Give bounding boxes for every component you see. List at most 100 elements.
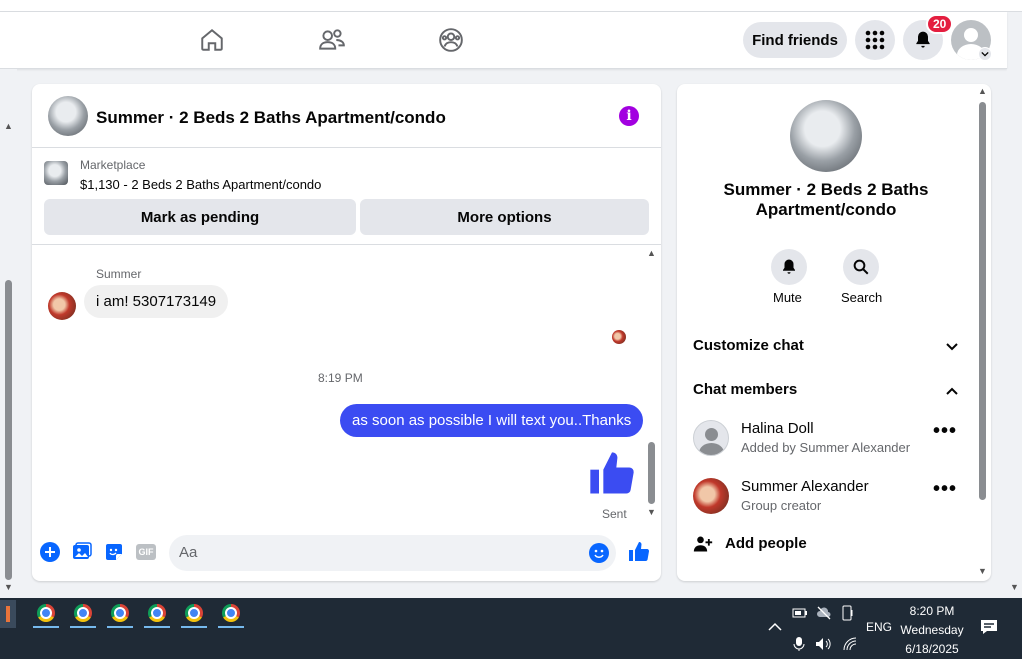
chevron-down-icon — [946, 343, 958, 351]
listing-text[interactable]: $1,130 - 2 Beds 2 Baths Apartment/condo — [80, 177, 321, 192]
scroll-up-arrow-icon[interactable]: ▲ — [647, 248, 656, 258]
groups-icon[interactable] — [431, 20, 471, 60]
member-avatar — [693, 420, 729, 456]
member-name: Halina Doll — [741, 420, 814, 437]
taskbar-active-indicator — [181, 626, 207, 628]
chrome-icon[interactable] — [181, 600, 207, 626]
info-scrollbar-thumb[interactable] — [979, 102, 986, 500]
bell-icon — [783, 259, 795, 274]
scroll-up-arrow-icon[interactable]: ▲ — [978, 86, 987, 96]
wifi-icon[interactable] — [842, 636, 858, 652]
chat-panel: Summer · 2 Beds 2 Baths Apartment/condo … — [32, 84, 661, 581]
add-people-button[interactable]: Add people — [693, 532, 893, 556]
notification-badge: 20 — [926, 14, 954, 34]
chat-title[interactable]: Summer · 2 Beds 2 Baths Apartment/condo — [96, 108, 446, 128]
sender-name: Summer — [96, 267, 142, 281]
chrome-icon[interactable] — [218, 600, 244, 626]
pinned-app-icon[interactable] — [0, 600, 16, 628]
photo-icon[interactable] — [72, 542, 92, 567]
mute-label: Mute — [773, 290, 802, 305]
chat-members-label: Chat members — [693, 381, 798, 398]
chrome-icon[interactable] — [144, 600, 170, 626]
chevron-up-icon — [946, 387, 958, 395]
outgoing-message[interactable]: as soon as possible I will text you..Tha… — [340, 404, 644, 437]
clock[interactable]: 8:20 PM Wednesday 6/18/2025 — [900, 602, 964, 659]
chat-members-row[interactable]: Chat members — [693, 376, 963, 404]
speaker-icon[interactable] — [815, 636, 833, 652]
customize-chat-label: Customize chat — [693, 337, 804, 354]
scroll-down-arrow-icon[interactable]: ▼ — [1010, 582, 1019, 592]
mute-button[interactable] — [771, 249, 807, 285]
info-avatar[interactable] — [790, 100, 862, 172]
device-icon[interactable] — [841, 605, 855, 621]
message-timestamp: 8:19 PM — [318, 371, 363, 385]
member-name: Summer Alexander — [741, 478, 869, 495]
mark-as-pending-button[interactable]: Mark as pending — [44, 199, 356, 235]
search-icon — [853, 259, 869, 275]
taskbar-active-indicator — [33, 626, 59, 628]
menu-grid-icon[interactable] — [855, 20, 895, 60]
scrollbar-thumb[interactable] — [5, 280, 12, 580]
gif-button[interactable]: GIF — [136, 544, 156, 560]
marketplace-label: Marketplace — [80, 158, 146, 172]
emoji-icon[interactable] — [589, 543, 609, 563]
more-options-icon[interactable]: ••• — [933, 420, 957, 443]
clock-day: Wednesday — [900, 623, 964, 637]
friends-icon[interactable] — [312, 20, 352, 60]
cloud-offline-icon[interactable] — [816, 605, 832, 621]
scroll-down-arrow-icon[interactable]: ▼ — [4, 582, 13, 592]
chat-info-panel: Summer · 2 Beds 2 Baths Apartment/condo … — [677, 84, 991, 581]
chat-avatar[interactable] — [48, 96, 88, 136]
taskbar-active-indicator — [144, 626, 170, 628]
page-scrollbar[interactable]: ▲ ▼ — [0, 69, 17, 598]
scroll-up-arrow-icon[interactable]: ▲ — [4, 121, 13, 131]
search-label: Search — [841, 290, 883, 305]
find-friends-button[interactable]: Find friends — [743, 22, 847, 58]
thumbs-up-icon[interactable] — [627, 540, 651, 569]
clock-time: 8:20 PM — [909, 604, 955, 618]
right-page-scrollbar[interactable]: ▼ — [1007, 69, 1022, 598]
chevron-up-icon[interactable] — [768, 622, 782, 632]
customize-chat-row[interactable]: Customize chat — [693, 332, 963, 360]
add-people-label: Add people — [725, 535, 807, 552]
taskbar-active-indicator — [107, 626, 133, 628]
sticker-icon[interactable] — [104, 542, 124, 567]
message-input[interactable]: Aa — [169, 535, 616, 571]
member-row[interactable]: Halina Doll Added by Summer Alexander ••… — [693, 418, 963, 458]
notification-center-icon[interactable] — [980, 618, 998, 636]
more-options-icon[interactable]: ••• — [933, 478, 957, 501]
microphone-icon[interactable] — [793, 636, 805, 652]
member-subtitle: Added by Summer Alexander — [741, 440, 911, 455]
battery-icon[interactable] — [792, 607, 808, 619]
taskbar-active-indicator — [218, 626, 244, 628]
member-row[interactable]: Summer Alexander Group creator ••• — [693, 476, 963, 516]
listing-thumbnail — [44, 161, 68, 185]
chevron-down-icon[interactable] — [978, 47, 992, 61]
thumbs-up-sticker-icon[interactable] — [586, 448, 638, 505]
marketplace-section: Marketplace $1,130 - 2 Beds 2 Baths Apar… — [32, 149, 661, 245]
scroll-down-arrow-icon[interactable]: ▼ — [647, 507, 656, 517]
chrome-icon[interactable] — [70, 600, 96, 626]
member-subtitle: Group creator — [741, 498, 822, 513]
bell-icon — [916, 31, 930, 48]
info-title: Summer · 2 Beds 2 Baths Apartment/condo — [723, 180, 929, 219]
scroll-down-arrow-icon[interactable]: ▼ — [978, 566, 987, 576]
chrome-icon[interactable] — [107, 600, 133, 626]
info-icon[interactable]: i — [619, 106, 639, 126]
chrome-icon[interactable] — [33, 600, 59, 626]
taskbar-active-indicator — [70, 626, 96, 628]
sender-avatar[interactable] — [48, 292, 76, 320]
chat-header: Summer · 2 Beds 2 Baths Apartment/condo … — [32, 84, 661, 148]
search-button[interactable] — [843, 249, 879, 285]
plus-icon[interactable] — [40, 542, 60, 562]
message-status: Sent — [602, 507, 627, 521]
read-receipt-avatar — [612, 330, 626, 344]
language-indicator[interactable]: ENG — [866, 620, 892, 634]
more-options-button[interactable]: More options — [360, 199, 649, 235]
member-avatar — [693, 478, 729, 514]
home-icon[interactable] — [192, 20, 232, 60]
chat-scrollbar-thumb[interactable] — [648, 442, 655, 504]
taskbar: ENG 8:20 PM Wednesday 6/18/2025 — [0, 598, 1022, 659]
top-navigation-bar: Find friends 20 — [0, 12, 1007, 69]
incoming-message[interactable]: i am! 5307173149 — [84, 285, 229, 318]
